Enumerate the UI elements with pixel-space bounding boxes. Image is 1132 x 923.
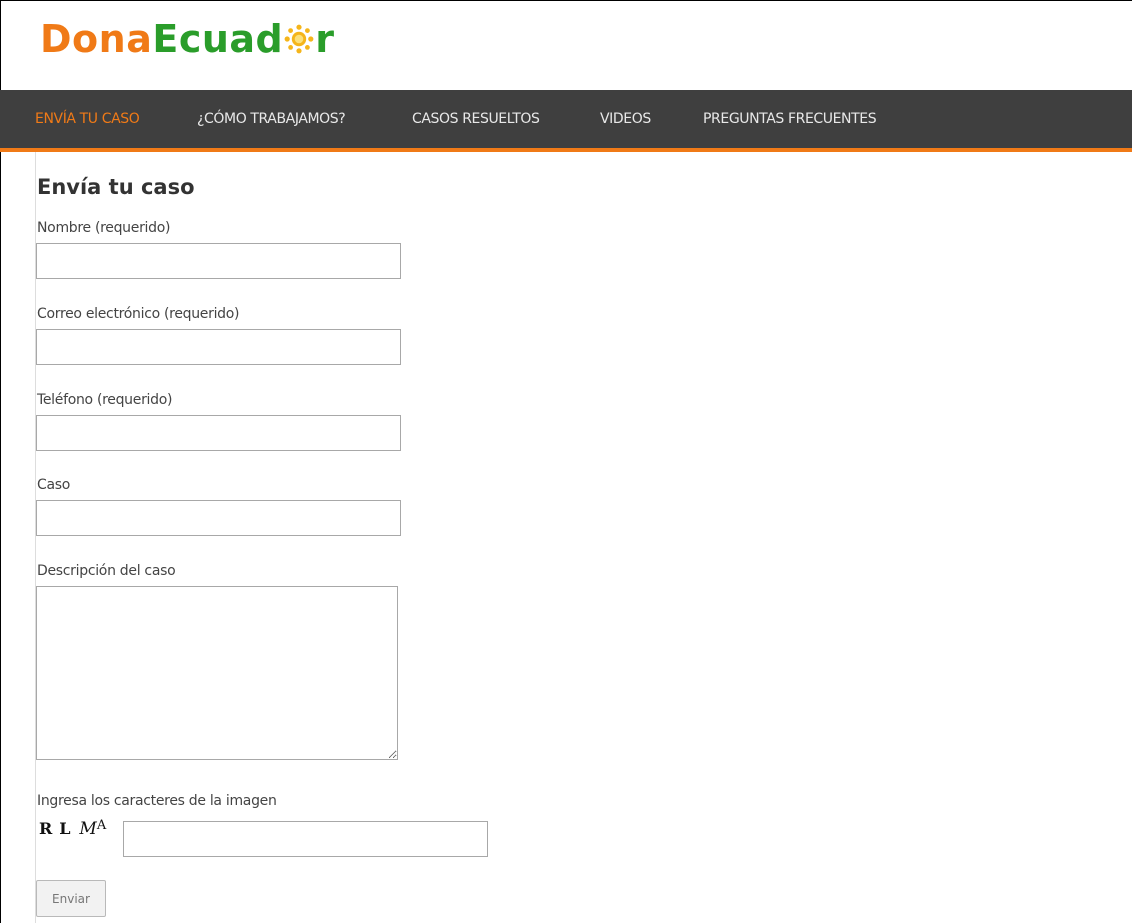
nav-item-preguntas-frecuentes[interactable]: PREGUNTAS FRECUENTES: [703, 90, 877, 148]
main-navbar: ENVÍA TU CASO ¿CÓMO TRABAJAMOS? CASOS RE…: [0, 90, 1132, 152]
nav-item-videos[interactable]: VIDEOS: [600, 90, 651, 148]
sun-icon: [284, 16, 314, 54]
nav-item-casos-resueltos[interactable]: CASOS RESUELTOS: [412, 90, 540, 148]
description-textarea[interactable]: [36, 586, 398, 760]
captcha-label: Ingresa los caracteres de la imagen: [37, 793, 277, 809]
phone-input[interactable]: [36, 415, 401, 451]
nav-item-como-trabajamos[interactable]: ¿CÓMO TRABAJAMOS?: [197, 90, 346, 148]
case-input[interactable]: [36, 500, 401, 536]
captcha-char: M: [79, 819, 97, 839]
site-logo[interactable]: DonaEcuad r: [40, 14, 335, 64]
captcha-char: A: [96, 818, 107, 833]
page-title: Envía tu caso: [37, 175, 195, 199]
name-label: Nombre (requerido): [37, 220, 171, 236]
logo-text-ecuad: Ecuad: [152, 17, 284, 61]
name-input[interactable]: [36, 243, 401, 279]
nav-item-envia-tu-caso[interactable]: ENVÍA TU CASO: [35, 90, 140, 148]
description-label: Descripción del caso: [37, 563, 176, 579]
phone-label: Teléfono (requerido): [37, 392, 173, 408]
captcha-image: R L MA: [39, 818, 111, 842]
captcha-input[interactable]: [123, 821, 488, 857]
case-label: Caso: [37, 477, 71, 493]
email-input[interactable]: [36, 329, 401, 365]
submit-button[interactable]: Enviar: [36, 880, 106, 917]
email-label: Correo electrónico (requerido): [37, 306, 240, 322]
captcha-char: L: [59, 819, 71, 838]
captcha-char: R: [39, 819, 53, 838]
logo-text-r: r: [315, 17, 335, 61]
logo-text-dona: Dona: [40, 17, 153, 61]
